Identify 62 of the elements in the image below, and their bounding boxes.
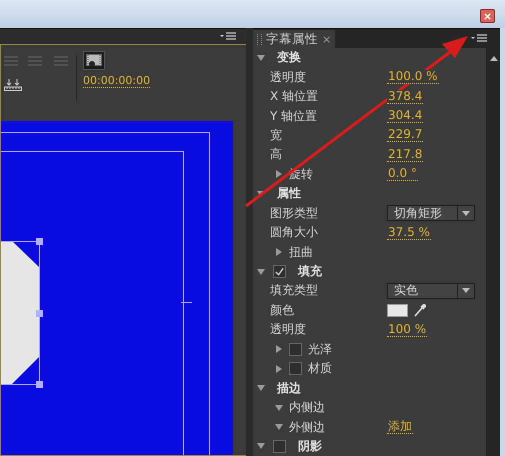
dropdown[interactable]: 实色 <box>387 282 475 299</box>
checkbox[interactable] <box>273 265 286 278</box>
property-value[interactable]: 37.5 % <box>387 226 431 240</box>
section-header: 变换 <box>277 49 301 66</box>
panel-menu-icon[interactable] <box>220 32 236 42</box>
scroll-up-icon[interactable] <box>490 56 498 61</box>
expanded-triangle-icon[interactable] <box>257 268 265 276</box>
property-value[interactable]: 217.8 <box>387 148 424 162</box>
close-icon <box>484 12 491 20</box>
timecode[interactable]: 00:00:00:00 <box>83 74 150 88</box>
property-label: 内侧边 <box>289 399 325 416</box>
panel-menu-icon[interactable] <box>471 34 487 44</box>
property-label: 透明度 <box>270 68 306 86</box>
dropdown-arrow-icon <box>462 288 470 294</box>
tab-stops-icon[interactable] <box>4 79 22 91</box>
property-label: 高 <box>270 146 282 164</box>
section-header: 填充 <box>298 263 322 280</box>
property-value[interactable]: 100 % <box>387 322 428 337</box>
background-video-button[interactable] <box>83 51 105 70</box>
property-label: 图形类型 <box>270 204 318 222</box>
property-label: 扭曲 <box>289 244 313 261</box>
property-label: Y 轴位置 <box>270 108 318 125</box>
properties-tab[interactable]: 字幕属性 × <box>253 30 336 48</box>
property-label: 圆角大小 <box>270 224 318 242</box>
eyedropper-icon[interactable] <box>414 303 426 318</box>
property-value[interactable]: 添加 <box>387 420 413 434</box>
property-label: 光泽 <box>308 340 332 358</box>
color-swatch[interactable] <box>387 304 408 317</box>
property-label: 填充类型 <box>270 282 318 300</box>
film-icon <box>86 54 102 68</box>
collapsed-triangle-icon[interactable] <box>275 248 283 256</box>
collapsed-triangle-icon[interactable] <box>275 364 283 373</box>
dropdown-arrow-icon <box>462 210 470 216</box>
property-label: 材质 <box>308 360 332 378</box>
property-value[interactable]: 229.7 <box>387 128 424 142</box>
collapsed-triangle-icon[interactable] <box>275 170 283 178</box>
tab-close-icon[interactable]: × <box>322 32 332 46</box>
property-label: 颜色 <box>270 302 294 319</box>
property-label: X 轴位置 <box>270 88 318 106</box>
collapsed-triangle-icon[interactable] <box>275 345 283 354</box>
section-header: 属性 <box>277 185 301 202</box>
align-icons-drawing <box>4 55 68 69</box>
property-value[interactable]: 0.0 ° <box>387 167 418 182</box>
octagon-shape[interactable] <box>1 238 43 388</box>
property-value[interactable]: 304.4 <box>387 109 424 124</box>
checkbox[interactable] <box>289 362 302 376</box>
expanded-triangle-icon[interactable] <box>257 384 265 392</box>
property-value[interactable]: 378.4 <box>387 90 424 104</box>
property-label: 宽 <box>270 126 282 144</box>
dropdown[interactable]: 切角矩形 <box>387 205 475 222</box>
expanded-triangle-icon[interactable] <box>257 54 265 62</box>
expanded-triangle-icon[interactable] <box>275 423 283 432</box>
expanded-triangle-icon[interactable] <box>257 442 265 450</box>
section-header: 阴影 <box>298 438 322 455</box>
checkbox[interactable] <box>273 440 286 453</box>
property-label: 外侧边 <box>289 418 325 436</box>
close-button[interactable] <box>480 9 495 23</box>
expanded-triangle-icon[interactable] <box>275 404 283 412</box>
property-label: 透明度 <box>270 321 306 338</box>
section-header: 描边 <box>277 380 301 397</box>
property-value[interactable]: 100.0 % <box>387 70 439 84</box>
checkbox[interactable] <box>289 342 302 356</box>
